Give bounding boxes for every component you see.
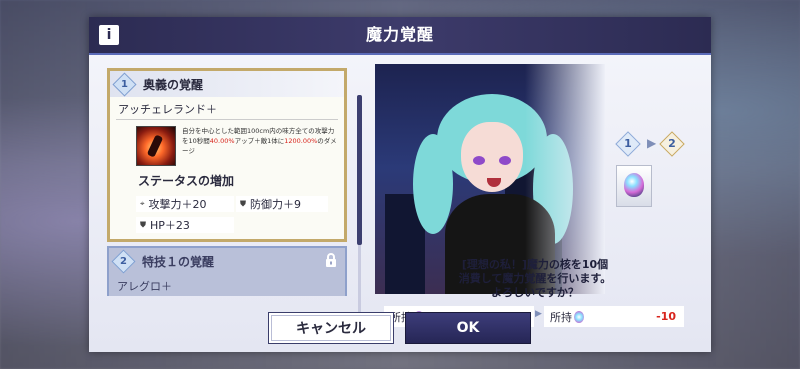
arrow-right-icon: ▶ xyxy=(647,136,657,150)
stat-list: ⌖ 攻撃力＋20 ⛊ 防御力＋9 ⛊ HP＋23 xyxy=(110,191,344,233)
stat-defense: ⛊ 防御力＋9 xyxy=(236,196,328,212)
card-heading: 特技１の覚醒 xyxy=(142,254,215,269)
title-bar: i 魔力覚醒 xyxy=(89,17,711,55)
stat-hp: ⛊ HP＋23 xyxy=(136,217,234,233)
attack-icon: ⌖ xyxy=(140,199,145,208)
gem-icon xyxy=(574,310,584,323)
stat-attack: ⌖ 攻撃力＋20 xyxy=(136,196,234,212)
awakening-list[interactable]: 1 奥義の覚醒 アッチェレランド＋ 自分を中心とした範囲100cm内の味方全ての… xyxy=(107,68,359,296)
gem-icon xyxy=(624,173,644,197)
magic-core-item xyxy=(616,165,652,207)
cancel-button[interactable]: キャンセル xyxy=(268,312,394,344)
shield-icon: ⛊ xyxy=(240,199,246,208)
from-level-badge: 1 xyxy=(615,131,641,157)
card-header: 1 奥義の覚醒 xyxy=(110,71,344,97)
confirm-message: [理想の私！]魔力の核を10個 消費して魔力覚醒を行います。 よろしいですか？ xyxy=(458,258,612,299)
skill-name: アレグロ＋ xyxy=(115,274,339,296)
arrow-right-icon: ▶ xyxy=(535,309,542,319)
skill-icon xyxy=(136,126,176,166)
awakening-dialog: i 魔力覚醒 1 奥義の覚醒 アッチェレランド＋ 自分を中心とした範囲100cm… xyxy=(89,17,711,352)
status-title: ステータスの増加 xyxy=(138,174,235,188)
awakening-card-1: 1 奥義の覚醒 アッチェレランド＋ 自分を中心とした範囲100cm内の味方全ての… xyxy=(107,68,347,242)
level-upgrade-indicator: 1 ▶ 2 xyxy=(615,129,685,159)
dialog-title: 魔力覚醒 xyxy=(365,25,434,44)
lock-icon xyxy=(326,253,336,267)
to-level-badge: 2 xyxy=(659,131,685,157)
skill-name: アッチェレランド＋ xyxy=(116,97,338,120)
card-heading: 奥義の覚醒 xyxy=(143,77,204,92)
skill-row: 自分を中心とした範囲100cm内の味方全ての攻撃力を10秒間40.00%アップ＋… xyxy=(110,120,344,166)
level-badge: 2 xyxy=(111,248,136,274)
level-badge: 1 xyxy=(112,71,137,97)
skill-description: 自分を中心とした範囲100cm内の味方全ての攻撃力を10秒間40.00%アップ＋… xyxy=(182,127,337,155)
dialog-body: 1 奥義の覚醒 アッチェレランド＋ 自分を中心とした範囲100cm内の味方全ての… xyxy=(89,55,711,352)
card-header: 2 特技１の覚醒 xyxy=(109,248,345,274)
awakening-card-2[interactable]: 2 特技１の覚醒 アレグロ＋ xyxy=(107,246,347,296)
scrollbar-thumb[interactable] xyxy=(357,95,362,245)
hp-icon: ⛊ xyxy=(140,220,146,229)
ok-button[interactable]: OK xyxy=(405,312,531,344)
owned-cost: 所持 -10 xyxy=(544,306,684,327)
